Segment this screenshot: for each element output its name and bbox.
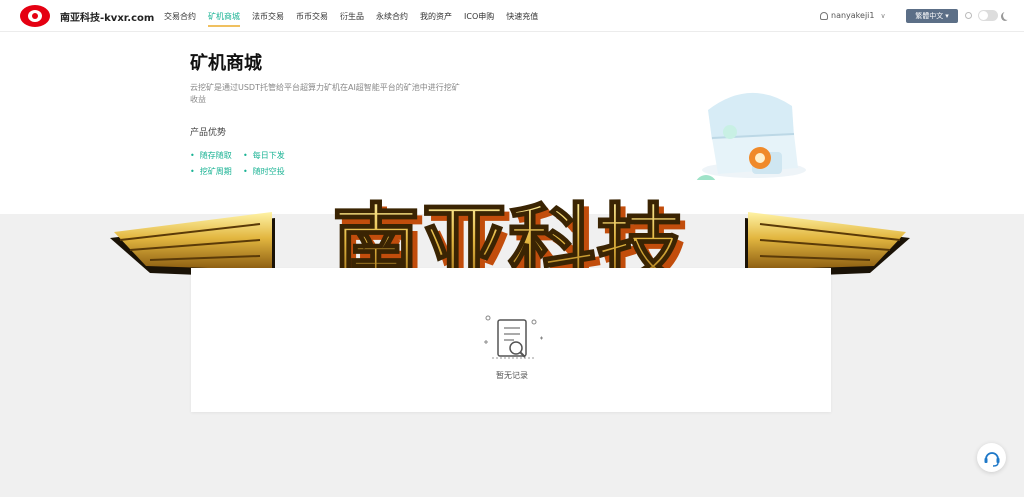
- menu-item-contract-trading[interactable]: 交易合约: [164, 0, 196, 33]
- customer-service-button[interactable]: [977, 443, 1006, 472]
- menu-item-my-assets[interactable]: 我的资产: [420, 0, 452, 33]
- chevron-down-icon: ▾: [945, 12, 949, 20]
- menu-item-miner-mall[interactable]: 矿机商城: [208, 0, 240, 33]
- menu-item-derivatives[interactable]: 衍生品: [340, 0, 364, 33]
- customer-service-icon: [984, 451, 999, 467]
- main-menu: 交易合约 矿机商城 法币交易 币币交易 衍生品 永续合约 我的资产 ICO申购 …: [164, 0, 550, 32]
- advantage-item: 随时空投: [243, 166, 285, 177]
- menu-item-coin-trading[interactable]: 币币交易: [296, 0, 328, 33]
- advantage-item: 挖矿周期: [190, 166, 232, 177]
- username: nanyakeji1: [831, 11, 875, 20]
- advantages-title: 产品优势: [190, 128, 227, 138]
- language-label: 繁體中文: [915, 12, 944, 20]
- empty-record-text: 暂无记录: [496, 371, 528, 380]
- menu-item-quick-recharge[interactable]: 快速充值: [506, 0, 538, 33]
- user-icon: [820, 11, 828, 20]
- hero-section: 矿机商城 云挖矿是通过USDT托管给平台超算力矿机在AI超智能平台的矿池中进行挖…: [0, 32, 1024, 214]
- advantage-item: 随存随取: [190, 150, 232, 161]
- menu-item-perpetual-contract[interactable]: 永续合约: [376, 0, 408, 33]
- menu-item-fiat-trading[interactable]: 法币交易: [252, 0, 284, 33]
- page-title: 矿机商城: [190, 53, 262, 74]
- moon-icon: [1003, 11, 1011, 20]
- theme-toggle[interactable]: [978, 10, 998, 21]
- top-navbar: 南亚科技-kvxr.com 交易合约 矿机商城 法币交易 币币交易 衍生品 永续…: [0, 0, 1024, 32]
- user-menu[interactable]: nanyakeji1 ∨: [820, 11, 886, 20]
- page-description: 云挖矿是通过USDT托管给平台超算力矿机在AI超智能平台的矿池中进行挖矿收益: [190, 83, 460, 104]
- brand-name[interactable]: 南亚科技-kvxr.com: [60, 9, 154, 24]
- brand-logo-icon[interactable]: [20, 5, 50, 27]
- menu-item-ico[interactable]: ICO申购: [464, 0, 494, 33]
- advantage-item: 每日下发: [243, 150, 285, 161]
- empty-record-icon: [484, 315, 543, 359]
- treasure-chest-icon: T: [696, 92, 806, 180]
- chevron-down-icon: ∨: [880, 11, 886, 20]
- sun-icon: [965, 12, 972, 19]
- language-button[interactable]: 繁體中文 ▾: [906, 9, 958, 23]
